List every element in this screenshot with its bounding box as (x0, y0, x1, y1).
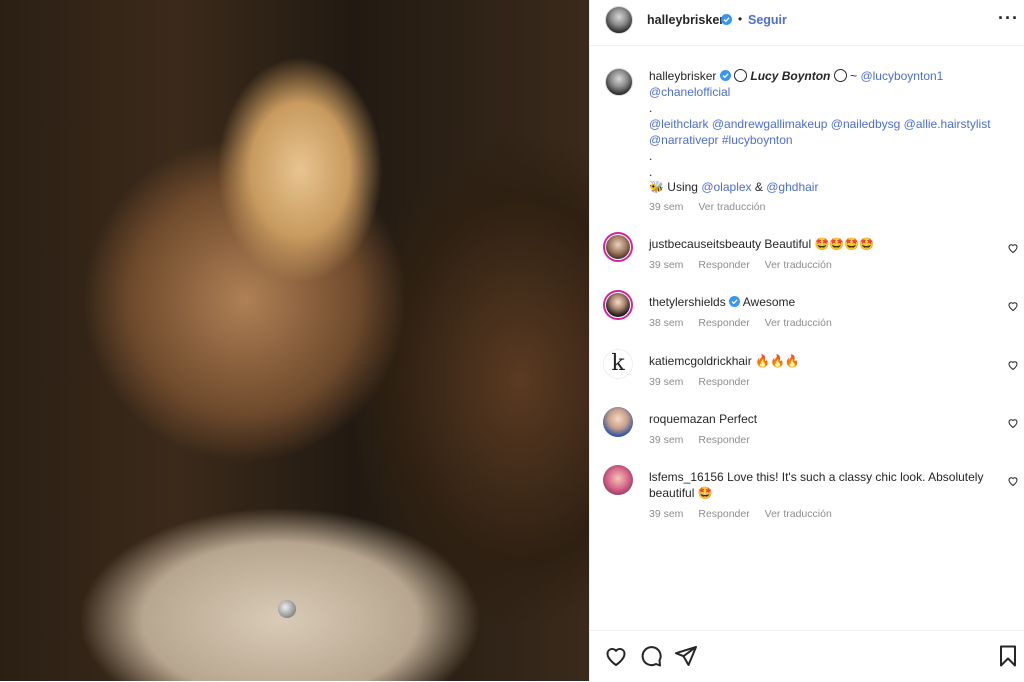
brooch (278, 600, 296, 618)
translate-link[interactable]: Ver traducción (765, 317, 832, 329)
timestamp: 39 sem (649, 508, 684, 520)
comment-body: lsfems_16156 Love this! It's such a clas… (649, 469, 989, 501)
mention-link[interactable]: @lucyboynton1 (860, 69, 943, 83)
comment-meta: 39 sem Responder Ver traducción (649, 259, 844, 271)
commenter-username[interactable]: roquemazan (649, 412, 716, 426)
bee-emoji-icon: 🐝 (649, 180, 664, 194)
comment-body: thetylershields Awesome (649, 294, 989, 310)
caption-line-1: halleybrisker Lucy Boynton ~ @lucyboynto… (649, 68, 943, 84)
send-icon[interactable] (674, 644, 698, 668)
comment-meta: 39 sem Responder (649, 376, 762, 388)
using-prefix: Using (667, 180, 698, 194)
translate-link[interactable]: Ver traducción (765, 508, 832, 520)
caption-bold-name: Lucy Boynton (750, 69, 831, 83)
mention-links[interactable]: @narrativepr #lucyboynton (649, 132, 793, 148)
comment-icon[interactable] (639, 644, 663, 668)
circle-symbol-icon (734, 69, 748, 82)
bookmark-icon[interactable] (996, 644, 1020, 668)
commenter-username[interactable]: justbecauseitsbeauty (649, 237, 761, 251)
action-bar (590, 630, 1024, 682)
comment-text: Beautiful 🤩🤩🤩🤩 (764, 237, 875, 251)
translate-link[interactable]: Ver traducción (765, 259, 832, 271)
like-comment-heart-icon[interactable] (1007, 242, 1019, 254)
caption-separator: ~ (850, 69, 858, 83)
reply-link[interactable]: Responder (698, 317, 749, 329)
follow-button[interactable]: Seguir (748, 13, 787, 27)
mention-link[interactable]: @chanelofficial (649, 84, 730, 100)
comment-text: Perfect (719, 412, 758, 426)
timestamp: 39 sem (649, 434, 684, 446)
caption-using-line: 🐝 Using @olaplex & @ghdhair (649, 179, 818, 195)
heart-icon[interactable] (604, 644, 628, 668)
reply-link[interactable]: Responder (698, 508, 749, 520)
caption-username[interactable]: halleybrisker (649, 69, 716, 83)
commenter-username[interactable]: katiemcgoldrickhair (649, 354, 752, 368)
like-comment-heart-icon[interactable] (1007, 300, 1019, 312)
commenter-avatar[interactable] (603, 232, 633, 262)
like-comment-heart-icon[interactable] (1007, 475, 1019, 487)
commenter-avatar[interactable] (603, 290, 633, 320)
comment-text: 🔥🔥🔥 (755, 354, 800, 368)
verified-badge-icon (719, 70, 731, 81)
comment-meta: 38 sem Responder Ver traducción (649, 317, 844, 329)
reply-link[interactable]: Responder (698, 259, 749, 271)
translate-link[interactable]: Ver traducción (698, 201, 765, 213)
author-username[interactable]: halleybrisker (647, 13, 724, 27)
commenter-avatar[interactable] (603, 465, 633, 495)
commenter-username[interactable]: thetylershields (649, 295, 726, 309)
caption-meta: 39 sem Ver traducción (649, 201, 777, 213)
ampersand: & (754, 180, 763, 194)
comment-body: justbecauseitsbeauty Beautiful 🤩🤩🤩🤩 (649, 236, 989, 252)
circle-symbol-icon (833, 69, 847, 82)
comment-body: katiemcgoldrickhair 🔥🔥🔥 (649, 353, 989, 369)
author-avatar[interactable] (605, 6, 633, 34)
mention-link[interactable]: @olaplex (701, 180, 751, 194)
commenter-username[interactable]: lsfems_16156 (649, 470, 724, 484)
post-side-panel: halleybrisker • Seguir ··· halleybrisker… (589, 0, 1024, 681)
timestamp: 39 sem (649, 201, 684, 213)
comment-meta: 39 sem Responder Ver traducción (649, 508, 844, 520)
reply-link[interactable]: Responder (698, 434, 749, 446)
more-options-icon[interactable]: ··· (998, 8, 1019, 29)
comment-meta: 39 sem Responder (649, 434, 762, 446)
timestamp: 39 sem (649, 259, 684, 271)
like-comment-heart-icon[interactable] (1007, 417, 1019, 429)
comment-body: roquemazan Perfect (649, 411, 989, 427)
comment-text: Awesome (742, 295, 796, 309)
verified-badge-icon (721, 14, 732, 25)
caption-dot: . (649, 149, 653, 163)
mention-links[interactable]: @leithclark @andrewgallimakeup @nailedby… (649, 116, 991, 132)
reply-link[interactable]: Responder (698, 376, 749, 388)
caption-dot: . (649, 165, 653, 179)
caption-author-avatar[interactable] (605, 68, 633, 96)
mention-link[interactable]: @ghdhair (766, 180, 818, 194)
timestamp: 38 sem (649, 317, 684, 329)
post-header: halleybrisker • Seguir ··· (590, 0, 1024, 46)
post-photo[interactable] (0, 0, 589, 681)
like-comment-heart-icon[interactable] (1007, 359, 1019, 371)
timestamp: 39 sem (649, 376, 684, 388)
commenter-avatar[interactable]: k (603, 349, 633, 379)
commenter-avatar[interactable] (603, 407, 633, 437)
separator-dot: • (738, 12, 743, 26)
verified-badge-icon (729, 296, 741, 307)
caption-dot: . (649, 101, 653, 115)
